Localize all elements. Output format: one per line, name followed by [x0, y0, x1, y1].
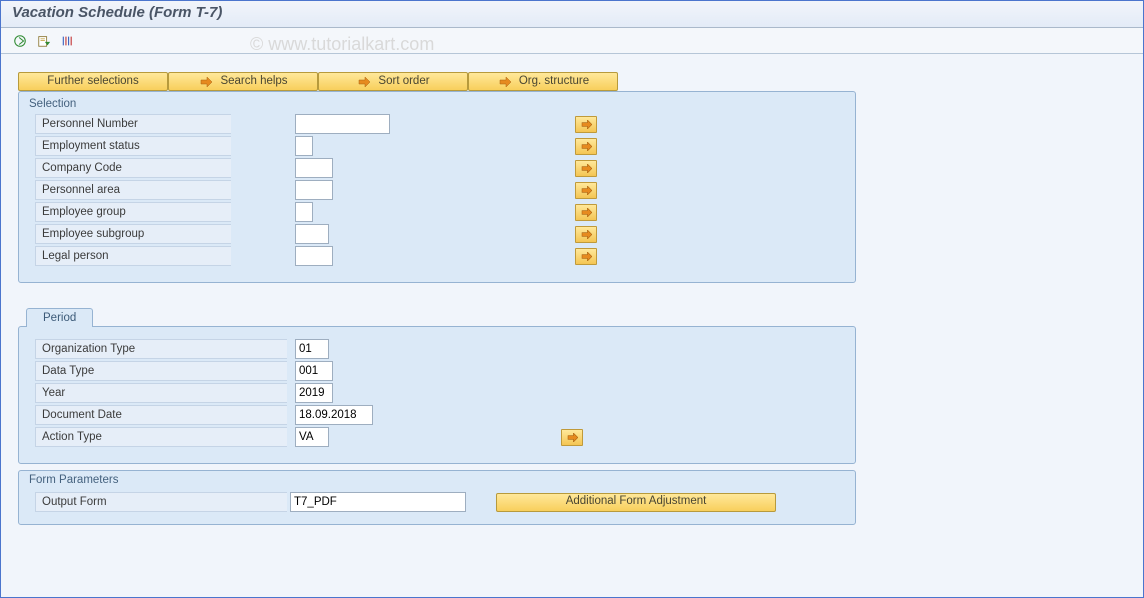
- employee-group-label: Employee group: [35, 202, 231, 222]
- multi-select-button[interactable]: [575, 204, 597, 221]
- multi-select-button[interactable]: [575, 226, 597, 243]
- search-helps-button[interactable]: Search helps: [168, 72, 318, 91]
- personnel-area-input[interactable]: [295, 180, 333, 200]
- multi-select-button[interactable]: [575, 116, 597, 133]
- data-type-input[interactable]: [295, 361, 333, 381]
- employment-status-input[interactable]: [295, 136, 313, 156]
- organization-type-input[interactable]: [295, 339, 329, 359]
- employee-group-input[interactable]: [295, 202, 313, 222]
- year-label: Year: [35, 383, 287, 403]
- output-form-input[interactable]: [290, 492, 466, 512]
- year-input[interactable]: [295, 383, 333, 403]
- button-bar: Further selections Search helps Sort ord…: [18, 72, 1126, 91]
- multi-select-button[interactable]: [575, 182, 597, 199]
- sort-order-button[interactable]: Sort order: [318, 72, 468, 91]
- document-date-label: Document Date: [35, 405, 287, 425]
- form-parameters-group: Form Parameters Output Form Additional F…: [18, 470, 856, 525]
- further-selections-button[interactable]: Further selections: [18, 72, 168, 91]
- output-form-label: Output Form: [35, 492, 287, 512]
- toolbar: [0, 28, 1144, 54]
- document-date-input[interactable]: [295, 405, 373, 425]
- get-variant-icon[interactable]: [36, 33, 52, 49]
- multi-select-button[interactable]: [575, 138, 597, 155]
- page-title: Vacation Schedule (Form T-7): [12, 4, 1132, 21]
- organization-type-label: Organization Type: [35, 339, 287, 359]
- personnel-number-input[interactable]: [295, 114, 390, 134]
- employee-subgroup-input[interactable]: [295, 224, 329, 244]
- form-parameters-title: Form Parameters: [29, 471, 845, 492]
- title-bar: Vacation Schedule (Form T-7): [0, 0, 1144, 28]
- barcode-icon[interactable]: [60, 33, 76, 49]
- legal-person-input[interactable]: [295, 246, 333, 266]
- selection-group: Selection Personnel Number Employment st…: [18, 91, 856, 283]
- arrow-right-icon: [497, 74, 513, 89]
- multi-select-button[interactable]: [561, 429, 583, 446]
- legal-person-label: Legal person: [35, 246, 231, 266]
- employee-subgroup-label: Employee subgroup: [35, 224, 231, 244]
- company-code-label: Company Code: [35, 158, 231, 178]
- data-type-label: Data Type: [35, 361, 287, 381]
- arrow-right-icon: [198, 74, 214, 89]
- additional-form-adjustment-button[interactable]: Additional Form Adjustment: [496, 493, 776, 512]
- execute-icon[interactable]: [12, 33, 28, 49]
- company-code-input[interactable]: [295, 158, 333, 178]
- action-type-input[interactable]: [295, 427, 329, 447]
- period-group: Organization Type Data Type Year Documen…: [18, 326, 856, 464]
- arrow-right-icon: [356, 74, 372, 89]
- personnel-number-label: Personnel Number: [35, 114, 231, 134]
- multi-select-button[interactable]: [575, 160, 597, 177]
- org-structure-button[interactable]: Org. structure: [468, 72, 618, 91]
- personnel-area-label: Personnel area: [35, 180, 231, 200]
- multi-select-button[interactable]: [575, 248, 597, 265]
- selection-title: Selection: [29, 98, 845, 114]
- employment-status-label: Employment status: [35, 136, 231, 156]
- action-type-label: Action Type: [35, 427, 287, 447]
- tab-period[interactable]: Period: [26, 308, 93, 327]
